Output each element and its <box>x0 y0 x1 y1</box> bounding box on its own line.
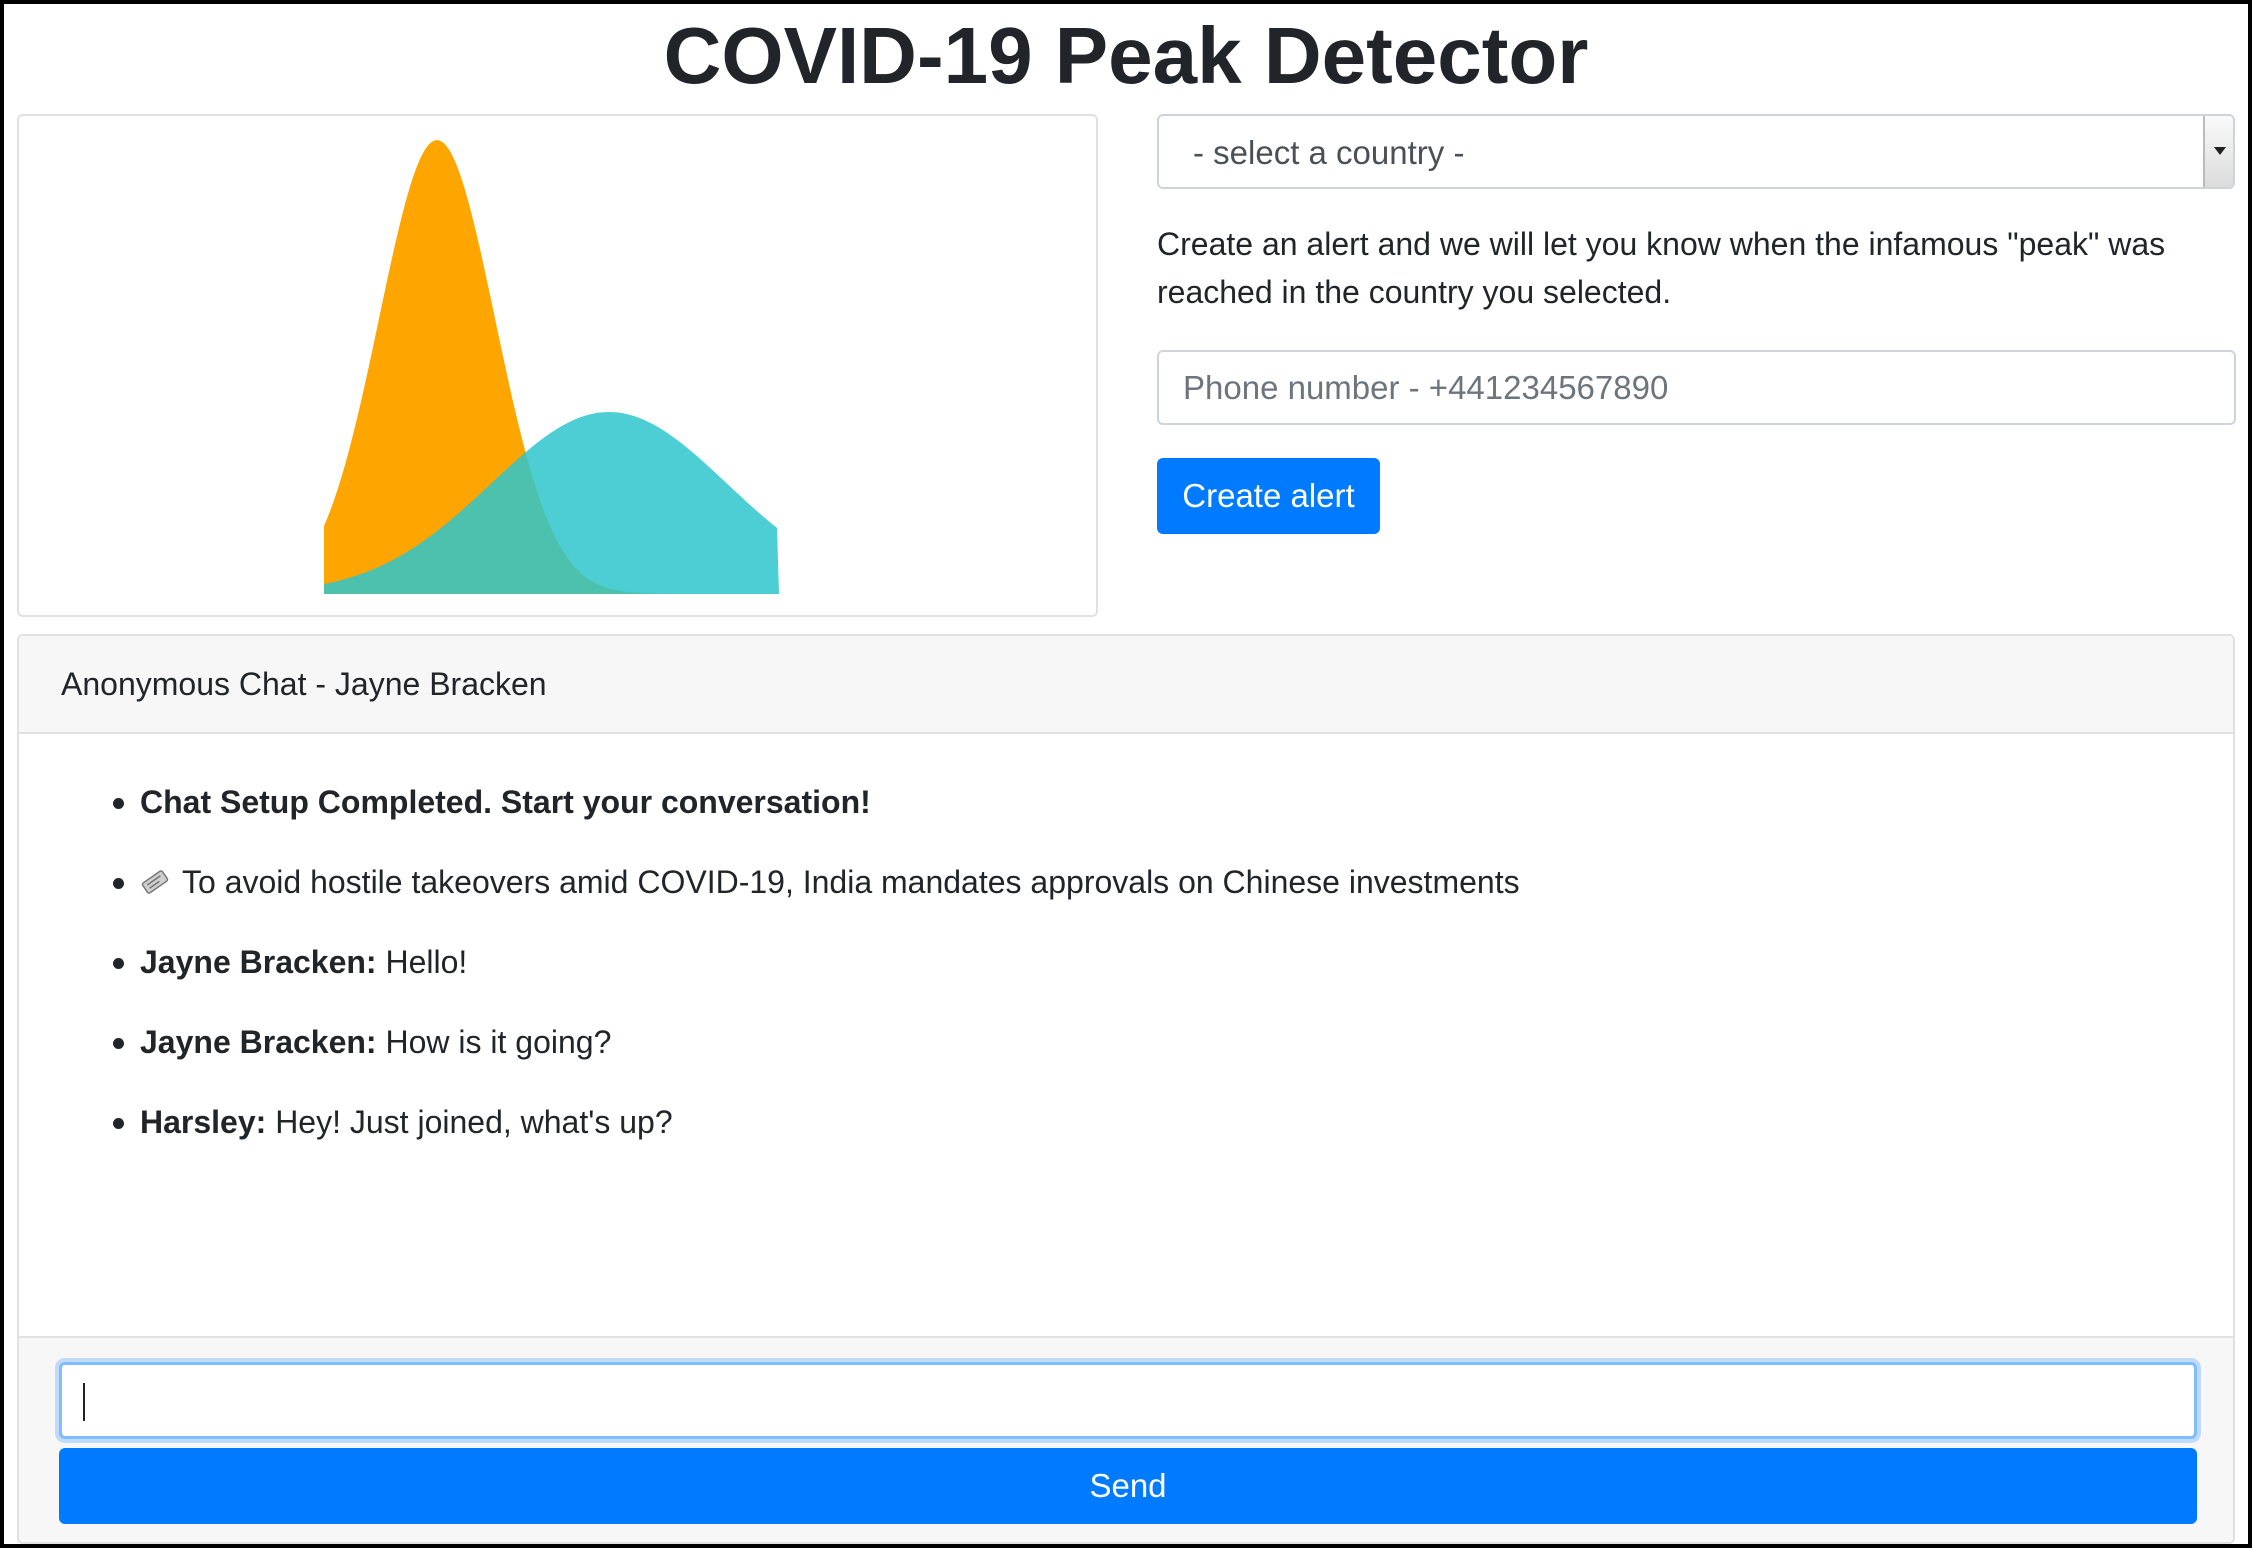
create-alert-button[interactable]: Create alert <box>1157 458 1380 534</box>
alert-description: Create an alert and we will let you know… <box>1157 226 2166 310</box>
list-item: Chat Setup Completed. Start your convers… <box>19 782 2233 862</box>
list-item: To avoid hostile takeovers amid COVID-19… <box>19 862 2233 942</box>
chat-header: Anonymous Chat - Jayne Bracken <box>19 636 2233 734</box>
list-item: Harsley: Hey! Just joined, what's up? <box>19 1102 2233 1182</box>
curve-illustration-card <box>17 114 1098 617</box>
news-message-text: To avoid hostile takeovers amid COVID-19… <box>182 864 1520 900</box>
message-sender: Jayne Bracken: <box>140 1024 377 1060</box>
text-caret <box>83 1383 85 1421</box>
system-message: Chat Setup Completed. Start your convers… <box>140 784 871 820</box>
page-title: COVID-19 Peak Detector <box>663 11 1589 100</box>
country-select-value: - select a country - <box>1193 134 1465 171</box>
message-sender: Harsley: <box>140 1104 267 1140</box>
newspaper-icon <box>141 870 169 894</box>
message-sender: Jayne Bracken: <box>140 944 377 980</box>
chat-footer: Send <box>19 1336 2233 1542</box>
list-item: Jayne Bracken: How is it going? <box>19 1022 2233 1102</box>
send-button[interactable]: Send <box>59 1448 2197 1524</box>
chat-message-input[interactable] <box>59 1362 2197 1439</box>
chat-panel: Anonymous Chat - Jayne Bracken Chat Setu… <box>17 634 2235 1544</box>
chat-header-title: Anonymous Chat - Jayne Bracken <box>61 666 547 702</box>
phone-number-input[interactable] <box>1157 350 2236 425</box>
message-text: Hello! <box>376 944 468 980</box>
country-select[interactable]: - select a country - <box>1157 114 2235 189</box>
flatten-curve-graphic <box>324 140 779 594</box>
message-list: Chat Setup Completed. Start your convers… <box>19 782 2233 1182</box>
chevron-down-icon[interactable] <box>2203 116 2233 187</box>
message-text: How is it going? <box>376 1024 612 1060</box>
list-item: Jayne Bracken: Hello! <box>19 942 2233 1022</box>
message-text: Hey! Just joined, what's up? <box>266 1104 673 1140</box>
